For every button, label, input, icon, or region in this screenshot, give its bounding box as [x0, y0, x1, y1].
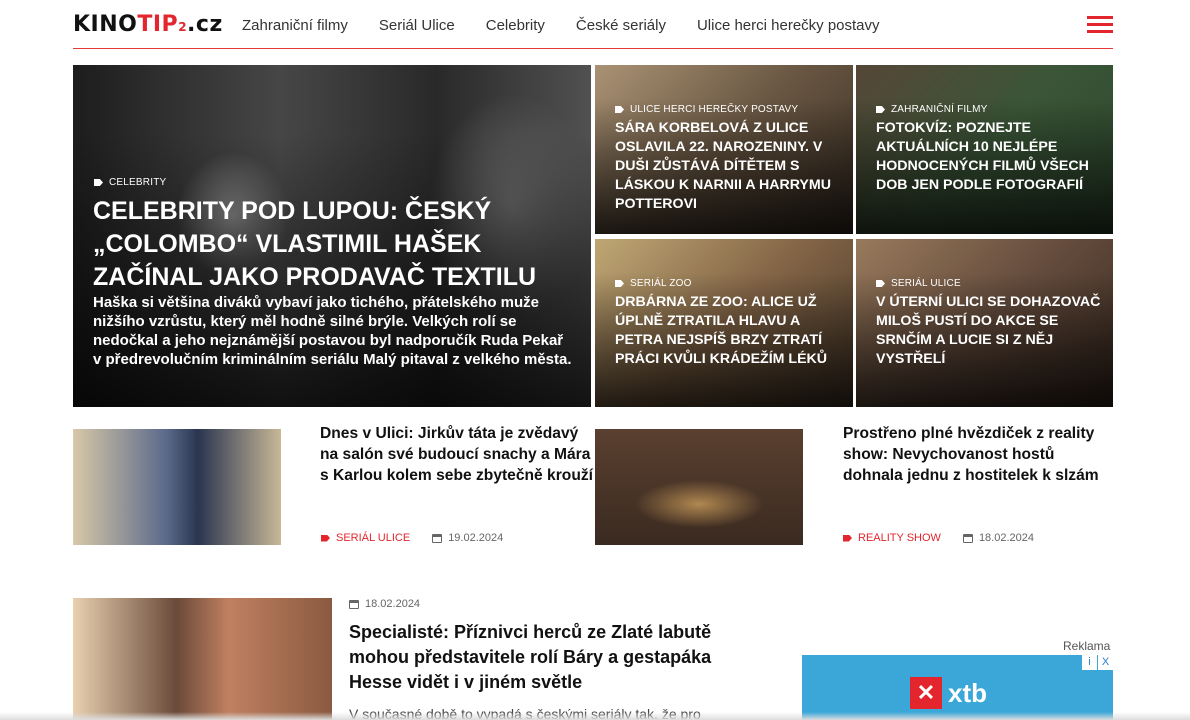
xtb-logo-icon: ✕ — [910, 677, 942, 709]
nav-item-celebrity[interactable]: Celebrity — [486, 17, 545, 34]
hero-article[interactable]: CELEBRITY CELEBRITY POD LUPOU: ČESKÝ „CO… — [73, 65, 591, 407]
nav-item-ulice-herci[interactable]: Ulice herci herečky postavy — [697, 17, 880, 34]
ad-brand-text: xtb — [948, 677, 987, 708]
tag-icon — [615, 280, 624, 287]
article-meta: REALITY SHOW 18.02.2024 — [843, 532, 1034, 544]
hamburger-menu-icon[interactable] — [1087, 16, 1113, 34]
article-category[interactable]: SERIÁL ULICE — [321, 532, 410, 544]
tile-category-label: ULICE HERCI HEREČKY POSTAVY — [630, 104, 799, 115]
article-date-label: 18.02.2024 — [978, 532, 1034, 544]
ad-label: Reklama — [1063, 639, 1111, 653]
tile-article[interactable]: ZAHRANIČNÍ FILMY FOTOKVÍZ: POZNEJTE AKTU… — [856, 65, 1113, 234]
hero-excerpt: Haška si většina diváků vybaví jako tich… — [93, 294, 572, 368]
tile-article[interactable]: SERIÁL ULICE V ÚTERNÍ ULICI SE DOHAZOVAČ… — [856, 239, 1113, 407]
tile-category-label: SERIÁL ZOO — [630, 278, 692, 289]
tile-category[interactable]: SERIÁL ZOO — [615, 278, 692, 289]
logo-text-sub: 2 — [178, 20, 188, 34]
tag-icon — [843, 534, 852, 542]
site-header: KINOTIP2.cz Zahraniční filmy Seriál Ulic… — [73, 0, 1113, 49]
tile-category-label: SERIÁL ULICE — [891, 278, 961, 289]
logo-text-kino: KINO — [73, 12, 138, 37]
article-thumbnail[interactable] — [595, 429, 803, 545]
tile-category[interactable]: ULICE HERCI HEREČKY POSTAVY — [615, 104, 798, 115]
hero-category-label: CELEBRITY — [109, 177, 167, 188]
tag-icon — [876, 280, 885, 287]
article-date-label: 19.02.2024 — [448, 532, 504, 544]
article-category-label: SERIÁL ULICE — [336, 532, 411, 544]
tag-icon — [615, 106, 624, 113]
tag-icon — [94, 179, 103, 186]
feature-thumbnail[interactable] — [73, 598, 332, 720]
tag-icon — [321, 534, 330, 542]
article-category-label: REALITY SHOW — [858, 532, 941, 544]
logo-text-tip: TIP — [137, 12, 179, 37]
article-category[interactable]: REALITY SHOW — [843, 532, 941, 544]
article-meta: SERIÁL ULICE 19.02.2024 — [321, 532, 503, 544]
hero-title[interactable]: CELEBRITY POD LUPOU: ČESKÝ „COLOMBO“ VLA… — [93, 195, 563, 294]
article-title[interactable]: Dnes v Ulici: Jirkův táta je zvědavý na … — [320, 423, 600, 486]
nav-item-ceske-serialy[interactable]: České seriály — [576, 17, 666, 34]
calendar-icon — [962, 533, 973, 543]
site-logo[interactable]: KINOTIP2.cz — [73, 12, 223, 37]
tile-article[interactable]: ULICE HERCI HEREČKY POSTAVY SÁRA KORBELO… — [595, 65, 853, 234]
feature-date: 18.02.2024 — [349, 598, 420, 610]
ad-brand: ✕ xtb — [910, 677, 987, 709]
page: KINOTIP2.cz Zahraniční filmy Seriál Ulic… — [0, 0, 1190, 720]
feature-title[interactable]: Specialisté: Příznivci herců ze Zlaté la… — [349, 620, 749, 695]
tile-title[interactable]: V ÚTERNÍ ULICI SE DOHAZOVAČ MILOŠ PUSTÍ … — [876, 293, 1101, 369]
logo-text-domain: .cz — [187, 12, 223, 37]
tile-category[interactable]: SERIÁL ULICE — [876, 278, 961, 289]
calendar-icon — [432, 533, 443, 543]
nav-item-serial-ulice[interactable]: Seriál Ulice — [379, 17, 455, 34]
nav-item-zahranicni-filmy[interactable]: Zahraniční filmy — [242, 17, 348, 34]
tile-title[interactable]: FOTOKVÍZ: POZNEJTE AKTUÁLNÍCH 10 NEJLÉPE… — [876, 119, 1101, 195]
tile-article[interactable]: SERIÁL ZOO DRBÁRNA ZE ZOO: ALICE UŽ ÚPLN… — [595, 239, 853, 407]
main-nav: Zahraniční filmy Seriál Ulice Celebrity … — [242, 17, 880, 34]
article-date: 18.02.2024 — [962, 532, 1034, 544]
page-bottom-shadow — [0, 712, 1190, 720]
calendar-icon — [349, 599, 359, 609]
feature-date-label: 18.02.2024 — [365, 598, 421, 610]
advertisement-banner[interactable]: iX ✕ xtb — [802, 655, 1113, 720]
tile-title[interactable]: DRBÁRNA ZE ZOO: ALICE UŽ ÚPLNĚ ZTRATILA … — [615, 293, 840, 369]
tile-title[interactable]: SÁRA KORBELOVÁ Z ULICE OSLAVILA 22. NARO… — [615, 119, 840, 214]
ad-choices[interactable]: iX — [1082, 655, 1113, 670]
tile-category[interactable]: ZAHRANIČNÍ FILMY — [876, 104, 988, 115]
hero-category[interactable]: CELEBRITY — [94, 177, 166, 188]
tag-icon — [876, 106, 885, 113]
ad-info-icon[interactable]: i — [1082, 655, 1097, 670]
article-thumbnail[interactable] — [73, 429, 281, 545]
tile-category-label: ZAHRANIČNÍ FILMY — [891, 104, 988, 115]
ad-close-icon[interactable]: X — [1098, 655, 1113, 670]
article-date: 19.02.2024 — [432, 532, 503, 544]
article-title[interactable]: Prostřeno plné hvězdiček z reality show:… — [843, 423, 1118, 486]
